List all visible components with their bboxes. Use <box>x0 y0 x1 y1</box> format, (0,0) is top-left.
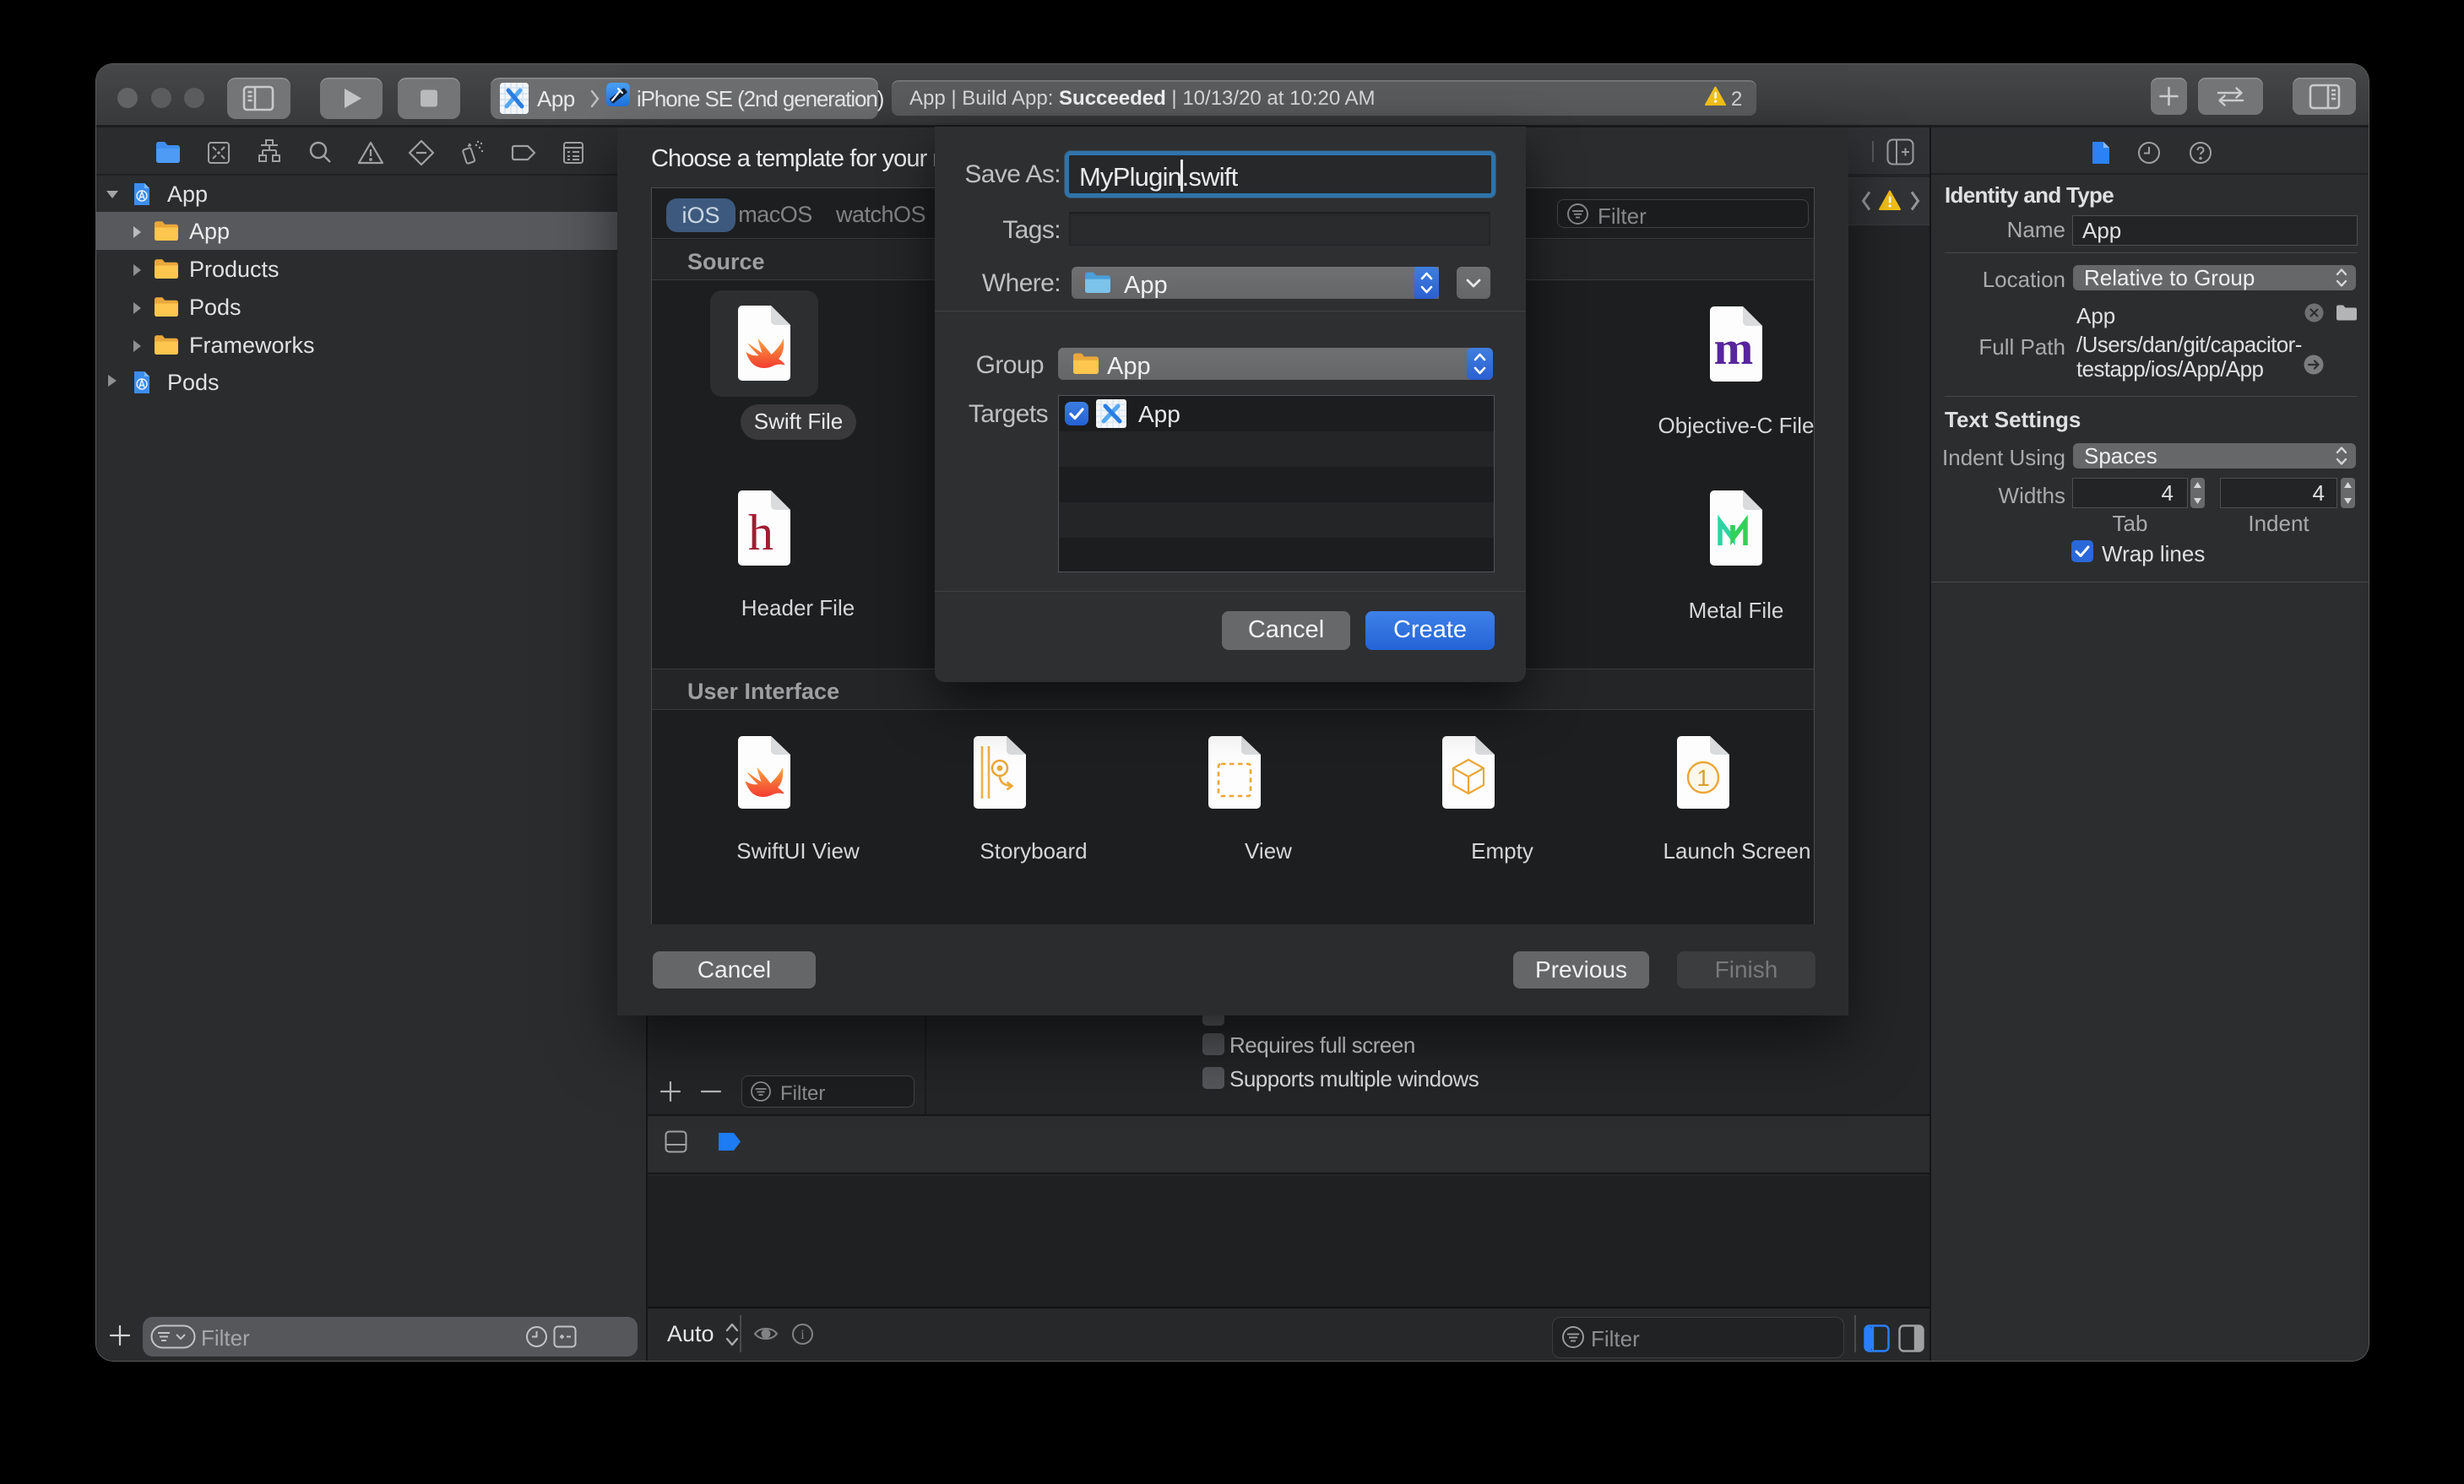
svg-text:h: h <box>748 505 773 561</box>
svg-text:m: m <box>1714 322 1754 375</box>
svg-text:1: 1 <box>1696 765 1710 791</box>
svg-text:i: i <box>801 1328 805 1342</box>
